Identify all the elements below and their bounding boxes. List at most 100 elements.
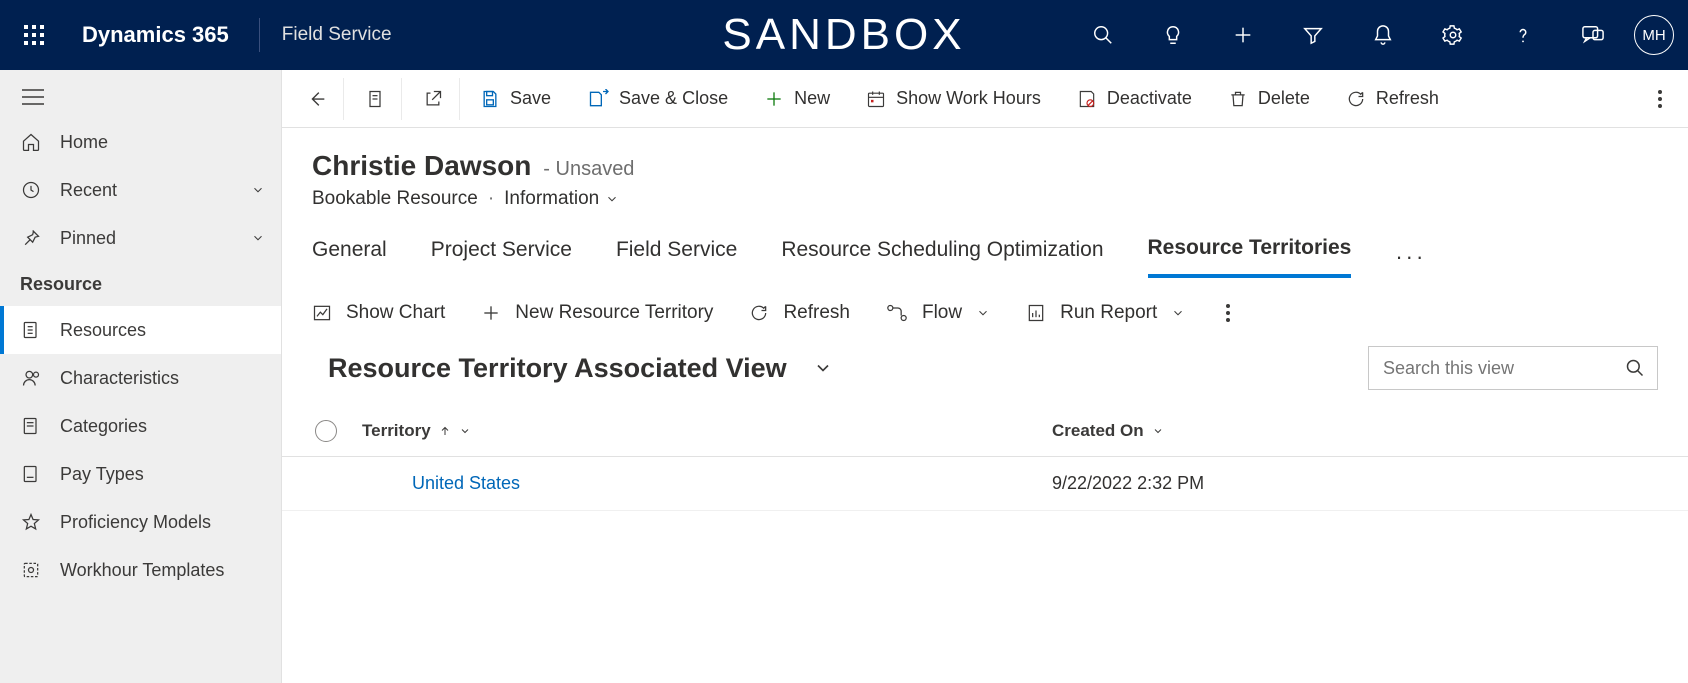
sidebar-item-label: Categories xyxy=(60,416,147,437)
user-avatar[interactable]: MH xyxy=(1634,15,1674,55)
run-report-button[interactable]: Run Report xyxy=(1026,302,1185,324)
form-selector[interactable]: Information xyxy=(504,188,619,210)
home-icon xyxy=(20,132,42,152)
subgrid-toolbar: Show Chart New Resource Territory Refres… xyxy=(282,278,1688,324)
app-area[interactable]: Field Service xyxy=(282,24,392,46)
col-territory-header[interactable]: Territory xyxy=(352,421,1052,441)
save-close-icon xyxy=(587,89,609,109)
subgrid-refresh-button[interactable]: Refresh xyxy=(749,302,850,324)
chevron-down-icon xyxy=(1152,425,1164,437)
assistant-button[interactable] xyxy=(1144,11,1202,59)
sidebar-recent[interactable]: Recent xyxy=(0,166,281,214)
star-icon xyxy=(20,512,42,532)
chevron-down-icon xyxy=(976,306,990,320)
arrow-up-icon xyxy=(439,425,451,437)
gear-icon xyxy=(1442,24,1464,46)
unsaved-indicator: - Unsaved xyxy=(543,158,634,180)
tab-field-service[interactable]: Field Service xyxy=(616,238,737,276)
new-label: New xyxy=(794,88,830,109)
tabs-overflow[interactable]: ··· xyxy=(1395,244,1426,270)
cell-territory: United States xyxy=(352,473,1052,494)
form-tabs: General Project Service Field Service Re… xyxy=(282,218,1688,278)
trash-icon xyxy=(1228,89,1248,109)
avatar-initials: MH xyxy=(1642,27,1665,44)
sidebar-toggle[interactable] xyxy=(0,76,281,118)
chevron-down-icon xyxy=(251,231,265,245)
chevron-down-icon xyxy=(813,358,833,378)
sidebar-item-categories[interactable]: Categories xyxy=(0,402,281,450)
sidebar-home-label: Home xyxy=(60,132,108,153)
popout-button[interactable] xyxy=(406,78,460,120)
deactivate-icon xyxy=(1077,89,1097,109)
deactivate-label: Deactivate xyxy=(1107,88,1192,109)
report-icon xyxy=(1026,303,1046,323)
sidebar-item-characteristics[interactable]: Characteristics xyxy=(0,354,281,402)
chevron-down-icon xyxy=(605,192,619,206)
back-button[interactable] xyxy=(290,78,344,120)
territory-link[interactable]: United States xyxy=(412,473,520,493)
record-header: Christie Dawson - Unsaved Bookable Resou… xyxy=(282,128,1688,218)
sidebar-item-pay-types[interactable]: Pay Types xyxy=(0,450,281,498)
new-territory-button[interactable]: New Resource Territory xyxy=(481,302,713,324)
sidebar-pinned[interactable]: Pinned xyxy=(0,214,281,262)
sidebar-home[interactable]: Home xyxy=(0,118,281,166)
save-button[interactable]: Save xyxy=(464,78,567,120)
vertical-dots-icon xyxy=(1225,303,1231,323)
document-icon xyxy=(20,464,42,484)
chevron-down-icon xyxy=(1171,306,1185,320)
sidebar-pinned-label: Pinned xyxy=(60,228,116,249)
search-button[interactable] xyxy=(1074,11,1132,59)
select-all[interactable] xyxy=(300,420,352,442)
search-input[interactable] xyxy=(1381,357,1617,380)
tab-general[interactable]: General xyxy=(312,238,387,276)
refresh-icon xyxy=(1346,89,1366,109)
subgrid-refresh-label: Refresh xyxy=(783,302,850,324)
sidebar-group-resource: Resource xyxy=(0,262,281,306)
view-selector[interactable]: Resource Territory Associated View xyxy=(328,353,833,384)
help-icon xyxy=(1512,24,1534,46)
table-row[interactable]: United States 9/22/2022 2:32 PM xyxy=(282,457,1688,511)
global-navbar: Dynamics 365 Field Service SANDBOX MH xyxy=(0,0,1688,70)
sidebar-item-workhour[interactable]: Workhour Templates xyxy=(0,546,281,594)
settings-button[interactable] xyxy=(1424,11,1482,59)
work-hours-button[interactable]: Show Work Hours xyxy=(850,78,1057,120)
delete-button[interactable]: Delete xyxy=(1212,78,1326,120)
lightbulb-icon xyxy=(1162,24,1184,46)
app-name[interactable]: Dynamics 365 xyxy=(82,22,229,48)
tab-resource-territories[interactable]: Resource Territories xyxy=(1148,236,1352,278)
sidebar-item-label: Pay Types xyxy=(60,464,144,485)
delete-label: Delete xyxy=(1258,88,1310,109)
cell-created-on: 9/22/2022 2:32 PM xyxy=(1052,473,1658,494)
chat-icon xyxy=(1581,24,1605,46)
show-chart-button[interactable]: Show Chart xyxy=(312,302,445,324)
refresh-button[interactable]: Refresh xyxy=(1330,78,1455,120)
flow-button[interactable]: Flow xyxy=(886,302,990,324)
waffle-icon xyxy=(24,25,44,45)
person-icon xyxy=(20,368,42,388)
help-button[interactable] xyxy=(1494,11,1552,59)
col-territory-label: Territory xyxy=(362,421,431,441)
save-close-button[interactable]: Save & Close xyxy=(571,78,744,120)
tab-project-service[interactable]: Project Service xyxy=(431,238,572,276)
quick-create-button[interactable] xyxy=(1214,11,1272,59)
filter-button[interactable] xyxy=(1284,11,1342,59)
tab-rso[interactable]: Resource Scheduling Optimization xyxy=(781,238,1103,276)
sidebar-item-resources[interactable]: Resources xyxy=(0,306,281,354)
new-button[interactable]: New xyxy=(748,78,846,120)
deactivate-button[interactable]: Deactivate xyxy=(1061,78,1208,120)
refresh-icon xyxy=(749,303,769,323)
notifications-button[interactable] xyxy=(1354,11,1412,59)
open-record-set-button[interactable] xyxy=(348,78,402,120)
sidebar-item-proficiency[interactable]: Proficiency Models xyxy=(0,498,281,546)
form-name: Information xyxy=(504,188,599,210)
toolbar-overflow[interactable] xyxy=(1640,89,1680,109)
view-search[interactable] xyxy=(1368,346,1658,390)
flow-icon xyxy=(886,303,908,323)
record-title: Christie Dawson xyxy=(312,150,531,181)
hamburger-icon xyxy=(22,89,44,105)
subgrid-overflow[interactable] xyxy=(1225,303,1231,323)
view-header-row: Resource Territory Associated View xyxy=(282,324,1688,390)
waffle-button[interactable] xyxy=(14,15,54,55)
teams-chat-button[interactable] xyxy=(1564,11,1622,59)
col-created-header[interactable]: Created On xyxy=(1052,421,1658,441)
